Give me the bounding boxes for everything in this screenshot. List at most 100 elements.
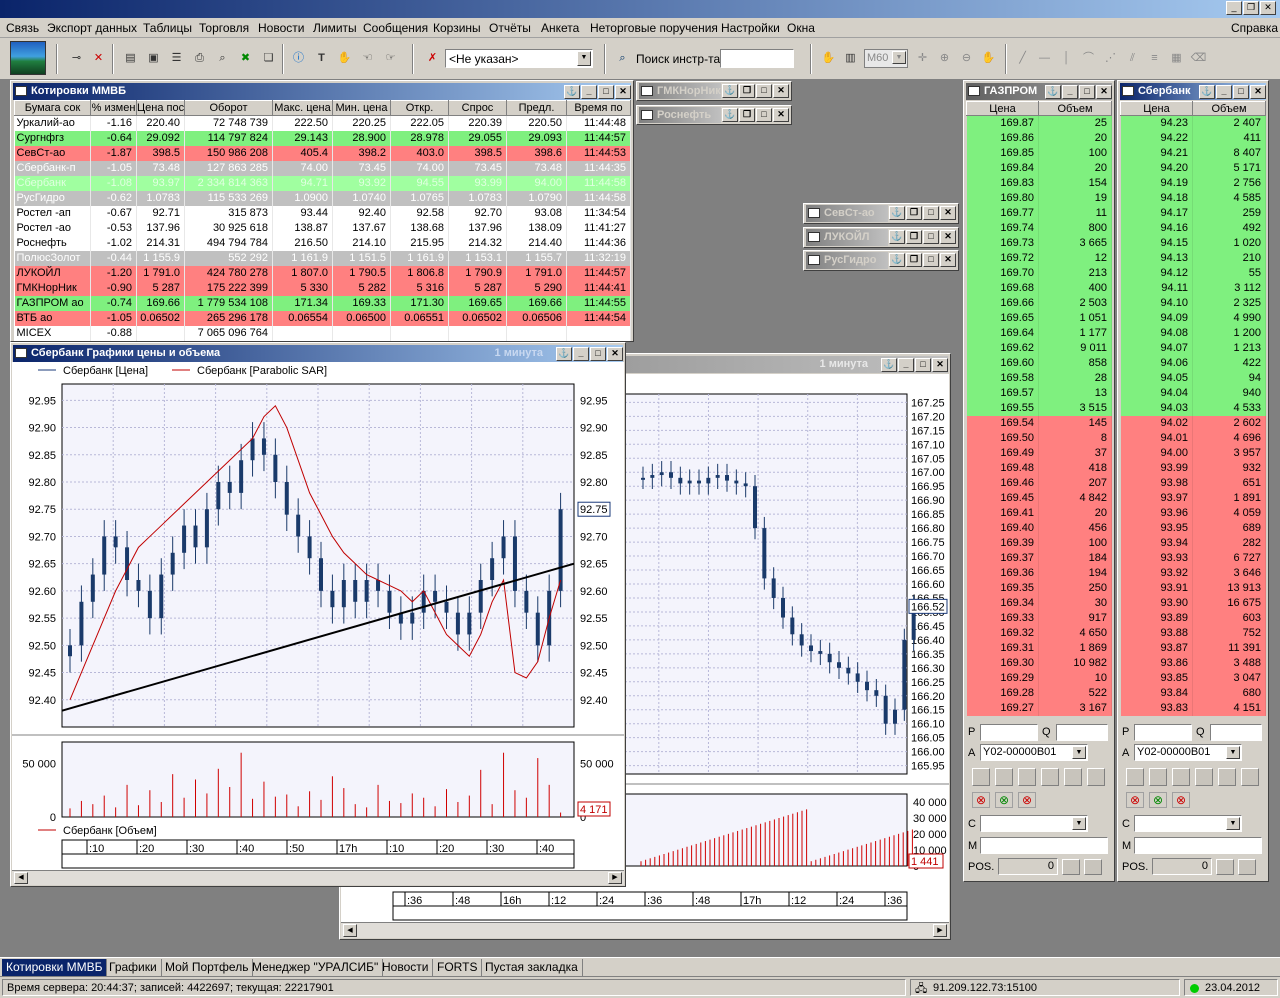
pin-icon[interactable]: ⚓ bbox=[889, 230, 905, 244]
menu-reports[interactable]: Отчёты bbox=[489, 21, 531, 35]
condition-select[interactable]: ▼ bbox=[980, 815, 1088, 832]
bid-row[interactable]: 94.20 5 171 bbox=[1120, 160, 1266, 176]
bid-row[interactable]: 94.21 8 407 bbox=[1120, 145, 1266, 161]
ask-row[interactable]: 169.48 418 bbox=[966, 460, 1112, 476]
tab-news[interactable]: Новости bbox=[378, 959, 434, 976]
bid-row[interactable]: 94.13 210 bbox=[1120, 250, 1266, 266]
bid-row[interactable]: 94.04 940 bbox=[1120, 385, 1266, 401]
restore-button[interactable]: ❐ bbox=[906, 206, 922, 220]
ask-row[interactable]: 93.94 282 bbox=[1120, 535, 1266, 551]
bid-row[interactable]: 169.66 2 503 bbox=[966, 295, 1112, 311]
print-icon[interactable]: ⎙ bbox=[191, 50, 208, 67]
maximize-button[interactable]: □ bbox=[923, 230, 939, 244]
ask-row[interactable]: 93.97 1 891 bbox=[1120, 490, 1266, 506]
bid-row[interactable]: 169.60 858 bbox=[966, 355, 1112, 371]
ask-row[interactable]: 169.54 145 bbox=[966, 415, 1112, 431]
bid-row[interactable]: 94.11 3 112 bbox=[1120, 280, 1266, 296]
bid-row[interactable]: 94.18 4 585 bbox=[1120, 190, 1266, 206]
qty-input[interactable] bbox=[1056, 724, 1108, 741]
price-input[interactable] bbox=[980, 724, 1038, 741]
table-icon[interactable]: ▤ bbox=[122, 50, 139, 67]
bid-row[interactable]: 94.12 55 bbox=[1120, 265, 1266, 281]
ask-row[interactable]: 169.32 4 650 bbox=[966, 625, 1112, 641]
ask-row[interactable]: 169.45 4 842 bbox=[966, 490, 1112, 506]
close-button[interactable]: ✕ bbox=[1260, 1, 1276, 15]
order-tool-button[interactable] bbox=[1064, 768, 1082, 786]
ask-row[interactable]: 169.33 917 bbox=[966, 610, 1112, 626]
order-action-icon[interactable]: ⊗ bbox=[995, 792, 1013, 808]
table-row[interactable]: Уркалий-ао -1.16 220.40 72 748 739 222.50 220… bbox=[14, 115, 631, 131]
pin-icon[interactable]: ⚓ bbox=[889, 253, 905, 267]
tab-empty[interactable]: Пустая закладка bbox=[481, 959, 583, 976]
column-header[interactable]: % измен bbox=[90, 100, 137, 116]
minimize-button[interactable]: _ bbox=[573, 347, 589, 361]
table-row[interactable]: Сбербанк -1.08 93.97 2 334 814 363 94.71 93.9… bbox=[14, 175, 631, 191]
arc-icon[interactable]: ⌒ bbox=[1080, 50, 1097, 67]
bid-row[interactable]: 94.06 422 bbox=[1120, 355, 1266, 371]
menu-tables[interactable]: Таблицы bbox=[143, 21, 192, 35]
minimize-button[interactable]: _ bbox=[1216, 85, 1232, 99]
gazprom-scrollbar[interactable]: ◀ ▶ bbox=[341, 922, 949, 938]
ask-row[interactable]: 169.29 10 bbox=[966, 670, 1112, 686]
zoom-out-icon[interactable]: ⊖ bbox=[958, 50, 975, 67]
ask-row[interactable]: 93.90 16 675 bbox=[1120, 595, 1266, 611]
ask-row[interactable]: 93.99 932 bbox=[1120, 460, 1266, 476]
ask-row[interactable]: 169.36 194 bbox=[966, 565, 1112, 581]
disconnect-icon[interactable]: ✕ bbox=[90, 50, 107, 67]
table-row[interactable]: ЛУКОЙЛ -1.20 1 791.0 424 780 278 1 807.0 1 79… bbox=[14, 265, 631, 281]
maximize-button[interactable]: □ bbox=[915, 358, 931, 372]
connect-icon[interactable]: ⊸ bbox=[68, 50, 85, 67]
tab-manager[interactable]: Менеджер "УРАЛСИБ" bbox=[248, 959, 384, 976]
ask-row[interactable]: 169.28 522 bbox=[966, 685, 1112, 701]
hline-icon[interactable]: — bbox=[1036, 50, 1053, 67]
pin-icon[interactable]: ⚓ bbox=[881, 358, 897, 372]
ask-row[interactable]: 93.92 3 646 bbox=[1120, 565, 1266, 581]
pin-icon[interactable]: ⚓ bbox=[556, 347, 572, 361]
bid-row[interactable]: 94.03 4 533 bbox=[1120, 400, 1266, 416]
table-row[interactable]: ГМКНорНик -0.90 5 287 175 222 399 5 330 5 282… bbox=[14, 280, 631, 296]
bid-row[interactable]: 169.86 20 bbox=[966, 130, 1112, 146]
scroll-left-icon[interactable]: ◀ bbox=[14, 872, 28, 884]
chevron-down-icon[interactable]: ▼ bbox=[1226, 817, 1240, 830]
column-header[interactable]: Цена пос bbox=[136, 100, 185, 116]
ask-row[interactable]: 93.88 752 bbox=[1120, 625, 1266, 641]
ask-row[interactable]: 169.30 10 982 bbox=[966, 655, 1112, 671]
ask-row[interactable]: 93.87 11 391 bbox=[1120, 640, 1266, 656]
close-button[interactable]: ✕ bbox=[773, 108, 789, 122]
info-icon[interactable]: ⓘ bbox=[290, 50, 307, 67]
table-row[interactable]: ВТБ ао -1.05 0.06502 265 296 178 0.06554 0.06… bbox=[14, 310, 631, 326]
ask-row[interactable]: 93.93 6 727 bbox=[1120, 550, 1266, 566]
table-row[interactable]: Роснефть -1.02 214.31 494 794 784 216.50 214.… bbox=[14, 235, 631, 251]
order-action-icon[interactable]: ⊗ bbox=[1018, 792, 1036, 808]
bid-row[interactable]: 169.65 1 051 bbox=[966, 310, 1112, 326]
menu-connection[interactable]: Связь bbox=[6, 21, 39, 35]
tab-charts[interactable]: Графики bbox=[105, 959, 162, 976]
restore-button[interactable]: ❐ bbox=[739, 108, 755, 122]
ask-row[interactable]: 169.46 207 bbox=[966, 475, 1112, 491]
maximize-button[interactable]: □ bbox=[923, 206, 939, 220]
order-action-icon[interactable]: ⊗ bbox=[1126, 792, 1144, 808]
table-row[interactable]: СевСт-ао -1.87 398.5 150 986 208 405.4 398.2 4… bbox=[14, 145, 631, 161]
order-tool-button[interactable] bbox=[1149, 768, 1167, 786]
close-button[interactable]: ✕ bbox=[615, 85, 631, 99]
menu-news[interactable]: Новости bbox=[258, 21, 304, 35]
menu-export[interactable]: Экспорт данных bbox=[47, 21, 137, 35]
channel-icon[interactable]: ⫽ bbox=[1124, 50, 1141, 67]
tab-quotes[interactable]: Котировки ММВБ bbox=[2, 959, 108, 976]
vline-icon[interactable]: │ bbox=[1058, 50, 1075, 67]
column-header[interactable]: Спрос bbox=[448, 100, 507, 116]
hand-tool-icon[interactable]: ✋ bbox=[820, 50, 837, 67]
comment-input[interactable] bbox=[1134, 837, 1262, 854]
order-tool-button[interactable] bbox=[1195, 768, 1213, 786]
bid-row[interactable]: 169.74 800 bbox=[966, 220, 1112, 236]
chevron-down-icon[interactable]: ▼ bbox=[892, 51, 906, 64]
table-row[interactable]: ГАЗПРОМ ао -0.74 169.66 1 779 534 108 171.34… bbox=[14, 295, 631, 311]
bid-row[interactable]: 169.70 213 bbox=[966, 265, 1112, 281]
mini-window-rushydro[interactable]: РусГидро ⚓ ❐ □ ✕ bbox=[803, 250, 959, 271]
maximize-button[interactable]: □ bbox=[1079, 85, 1095, 99]
pos-button[interactable] bbox=[1062, 859, 1080, 875]
close-button[interactable]: ✕ bbox=[1096, 85, 1112, 99]
ask-row[interactable]: 169.37 184 bbox=[966, 550, 1112, 566]
ask-row[interactable]: 93.83 4 151 bbox=[1120, 700, 1266, 716]
ask-row[interactable]: 93.89 603 bbox=[1120, 610, 1266, 626]
